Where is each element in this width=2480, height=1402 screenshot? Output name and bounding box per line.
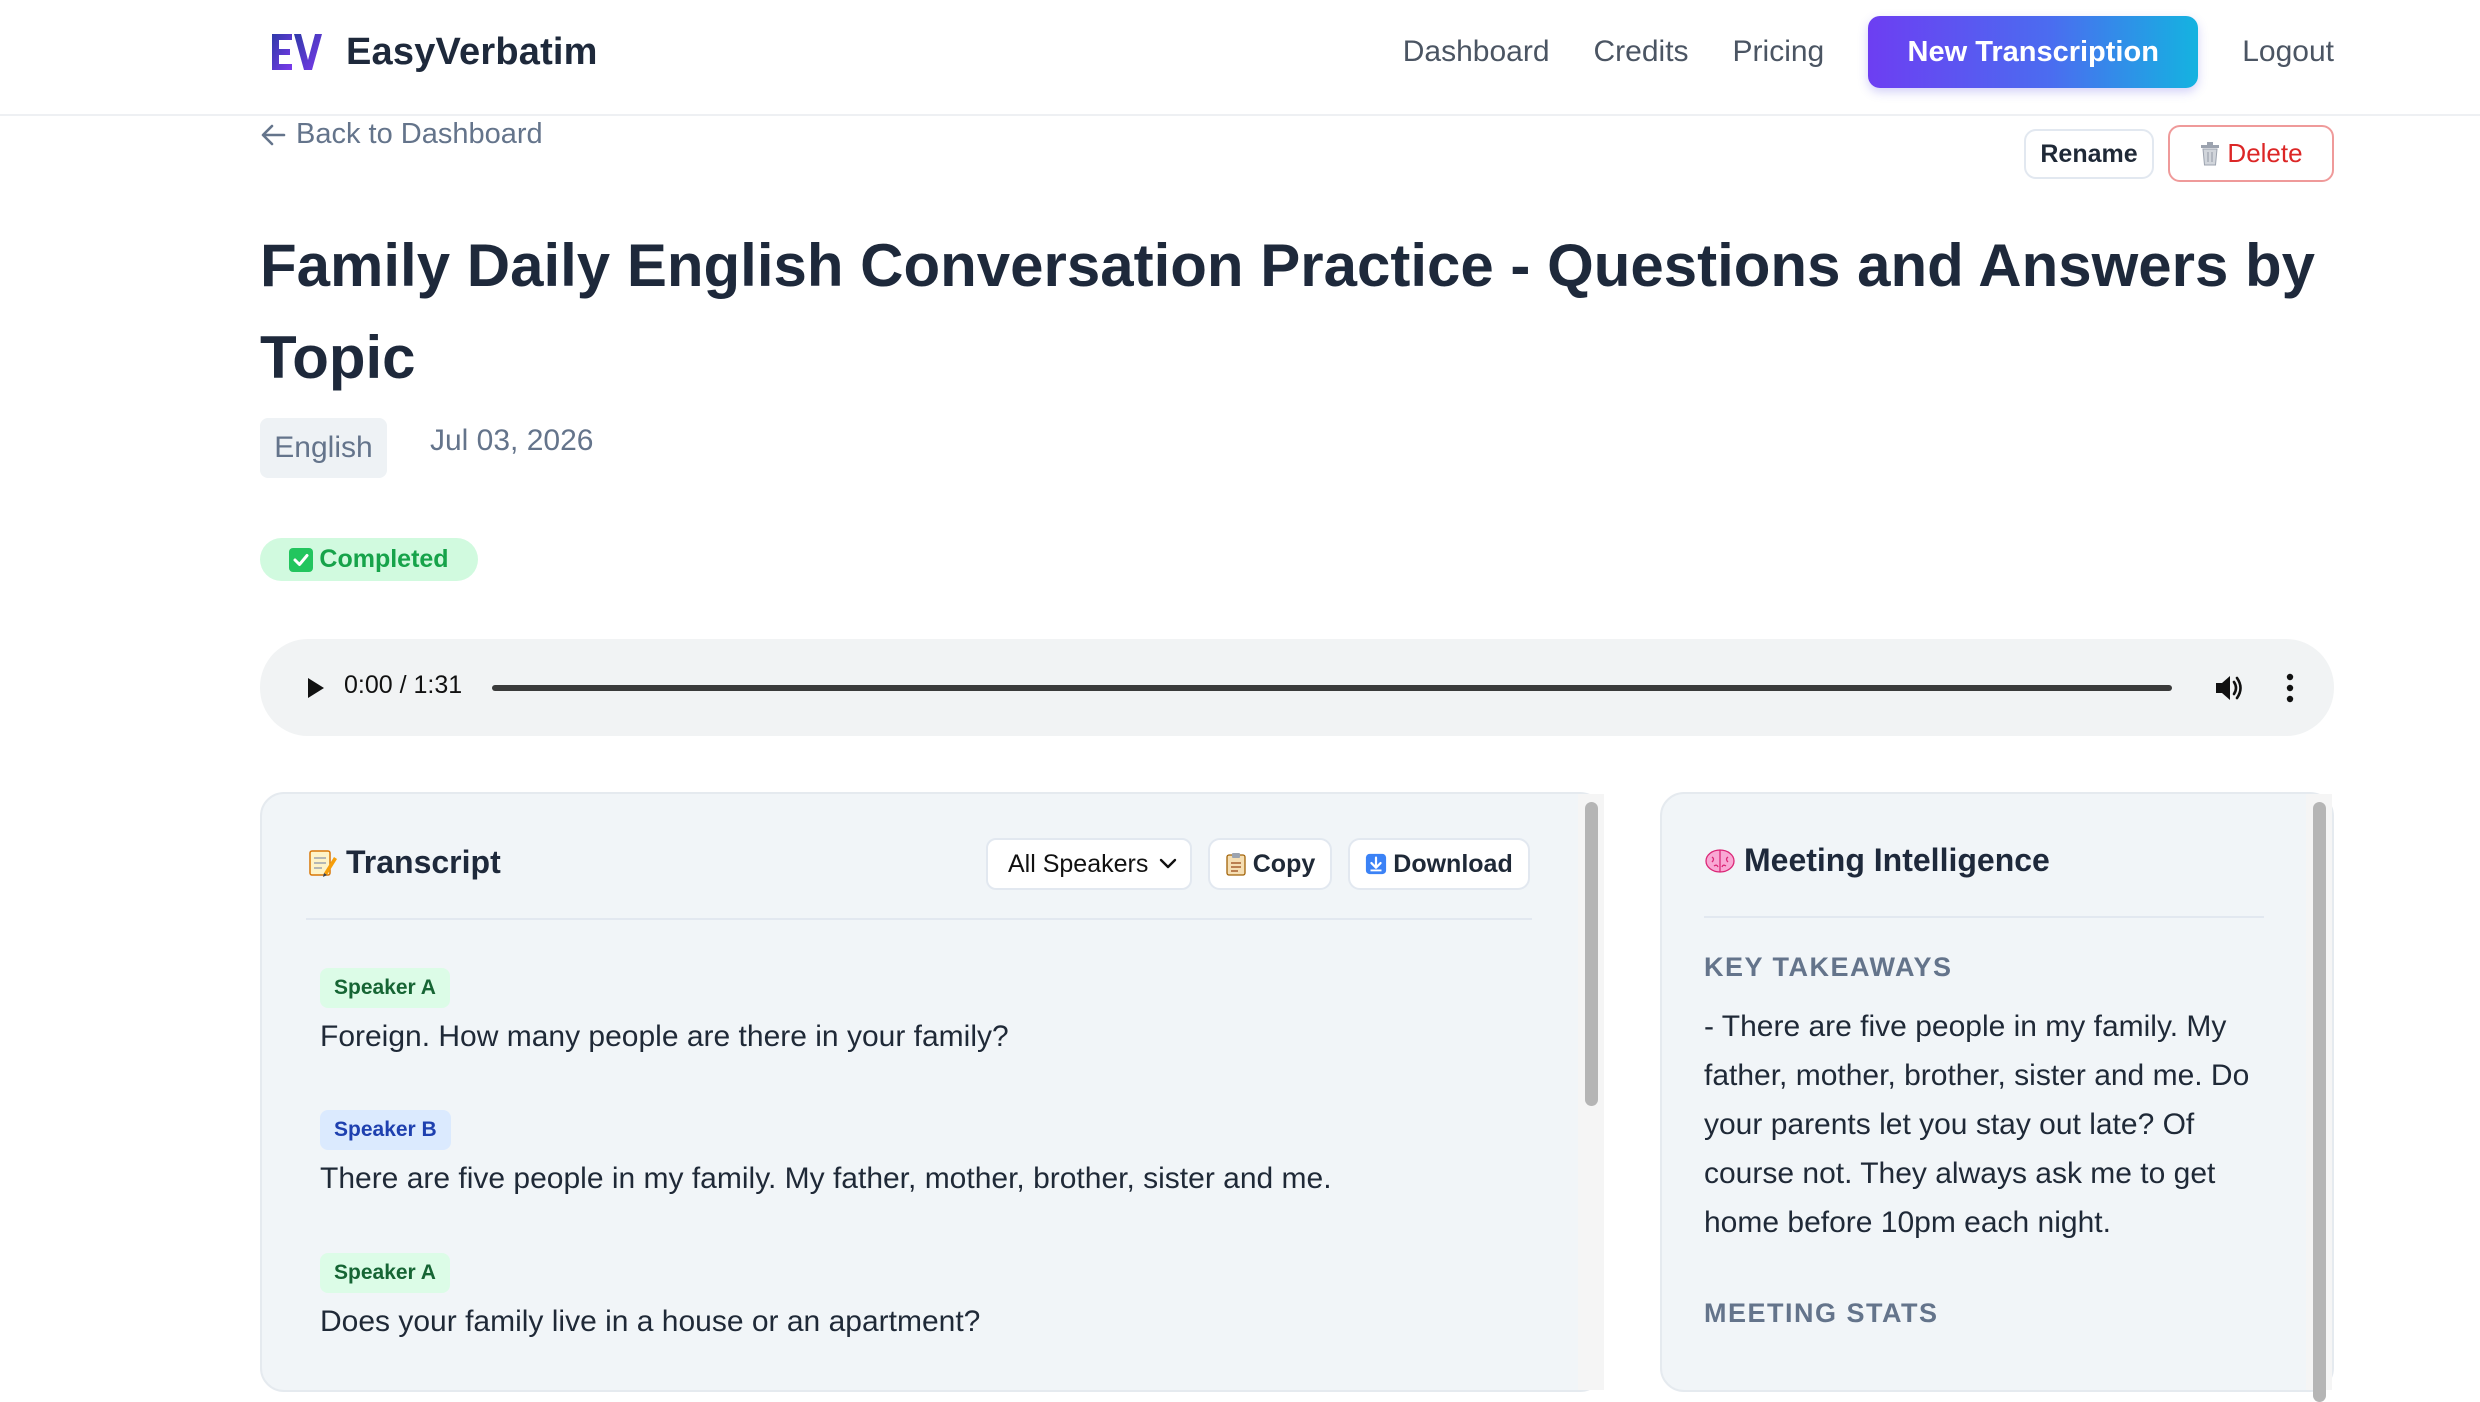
utterance-text: Does your family live in a house or an a… bbox=[320, 1305, 981, 1338]
copy-button[interactable]: Copy bbox=[1208, 838, 1332, 890]
nav-credits-link[interactable]: Credits bbox=[1594, 35, 1689, 69]
language-badge: English bbox=[260, 418, 387, 478]
speaker-tag: Speaker A bbox=[320, 968, 450, 1008]
intelligence-title-label: Meeting Intelligence bbox=[1744, 842, 2050, 878]
delete-label: Delete bbox=[2227, 138, 2303, 168]
back-to-dashboard-link[interactable]: Back to Dashboard bbox=[260, 118, 543, 151]
trash-icon bbox=[2201, 141, 2220, 165]
utterance-text: There are five people in my family. My f… bbox=[320, 1162, 1332, 1195]
new-transcription-button[interactable]: New Transcription bbox=[1868, 16, 2199, 88]
clipboard-icon bbox=[1226, 853, 1246, 876]
intelligence-scroll-thumb[interactable] bbox=[2313, 802, 2326, 1402]
audio-time: 0:00 / 1:31 bbox=[344, 671, 463, 699]
meeting-stats-heading: MEETING STATS bbox=[1704, 1298, 1939, 1328]
ev-logo bbox=[272, 34, 322, 70]
status-label: Completed bbox=[319, 545, 449, 573]
meeting-intelligence-panel: Meeting Intelligence KEY TAKEAWAYS - The… bbox=[1660, 792, 2334, 1402]
brand[interactable]: EasyVerbatim bbox=[268, 26, 598, 78]
delete-button[interactable]: Delete bbox=[2168, 125, 2334, 182]
speaker-tag: Speaker B bbox=[320, 1110, 451, 1150]
copy-label: Copy bbox=[1252, 849, 1316, 878]
top-navbar: EasyVerbatim Dashboard Credits Pricing N… bbox=[0, 0, 2480, 116]
speaker-filter-select[interactable]: All Speakers bbox=[986, 838, 1192, 890]
page-title: Family Daily English Conversation Practi… bbox=[260, 232, 2316, 391]
memo-icon bbox=[309, 849, 337, 877]
nav-dashboard-link[interactable]: Dashboard bbox=[1403, 35, 1550, 69]
logout-link[interactable]: Logout bbox=[2242, 35, 2334, 69]
transcript-scrollbar[interactable] bbox=[1578, 794, 1604, 1390]
audio-player: 0:00 / 1:31 bbox=[260, 639, 2334, 736]
transcript-title-label: Transcript bbox=[346, 844, 501, 880]
chevron-down-icon bbox=[1159, 858, 1177, 869]
nav-links: Dashboard Credits Pricing New Transcript… bbox=[1403, 0, 2480, 104]
utterance-text: Foreign. How many people are there in yo… bbox=[320, 1020, 1009, 1053]
brand-name: EasyVerbatim bbox=[346, 30, 598, 73]
nav-pricing-link[interactable]: Pricing bbox=[1733, 35, 1825, 69]
check-icon bbox=[289, 547, 314, 572]
transcript-panel: Transcript All Speakers Copy Download Sp… bbox=[260, 792, 1604, 1392]
transcript-divider bbox=[306, 918, 1532, 920]
download-icon bbox=[1366, 853, 1387, 875]
play-icon[interactable] bbox=[300, 673, 330, 703]
brain-icon bbox=[1705, 848, 1735, 873]
speaker-tag: Speaker A bbox=[320, 1253, 450, 1293]
intelligence-title: Meeting Intelligence bbox=[1704, 842, 2050, 879]
download-label: Download bbox=[1393, 849, 1513, 878]
transcription-date: Jul 03, 2026 bbox=[430, 424, 594, 457]
status-badge: Completed bbox=[260, 538, 478, 581]
more-vertical-icon[interactable] bbox=[2284, 671, 2296, 705]
download-button[interactable]: Download bbox=[1348, 838, 1530, 890]
key-takeaways-heading: KEY TAKEAWAYS bbox=[1704, 952, 1953, 982]
arrow-left-icon bbox=[261, 124, 286, 145]
audio-progress-bar[interactable] bbox=[492, 685, 2172, 691]
transcript-title: Transcript bbox=[306, 844, 501, 881]
rename-button[interactable]: Rename bbox=[2024, 129, 2154, 179]
speaker-filter-value: All Speakers bbox=[1008, 849, 1149, 878]
intelligence-divider bbox=[1704, 916, 2264, 918]
transcript-scroll-thumb[interactable] bbox=[1585, 802, 1598, 1106]
intelligence-scrollbar[interactable] bbox=[2306, 794, 2332, 1402]
back-label: Back to Dashboard bbox=[296, 118, 543, 150]
volume-icon[interactable] bbox=[2212, 671, 2246, 705]
key-takeaways-text: - There are five people in my family. My… bbox=[1704, 1010, 2250, 1239]
